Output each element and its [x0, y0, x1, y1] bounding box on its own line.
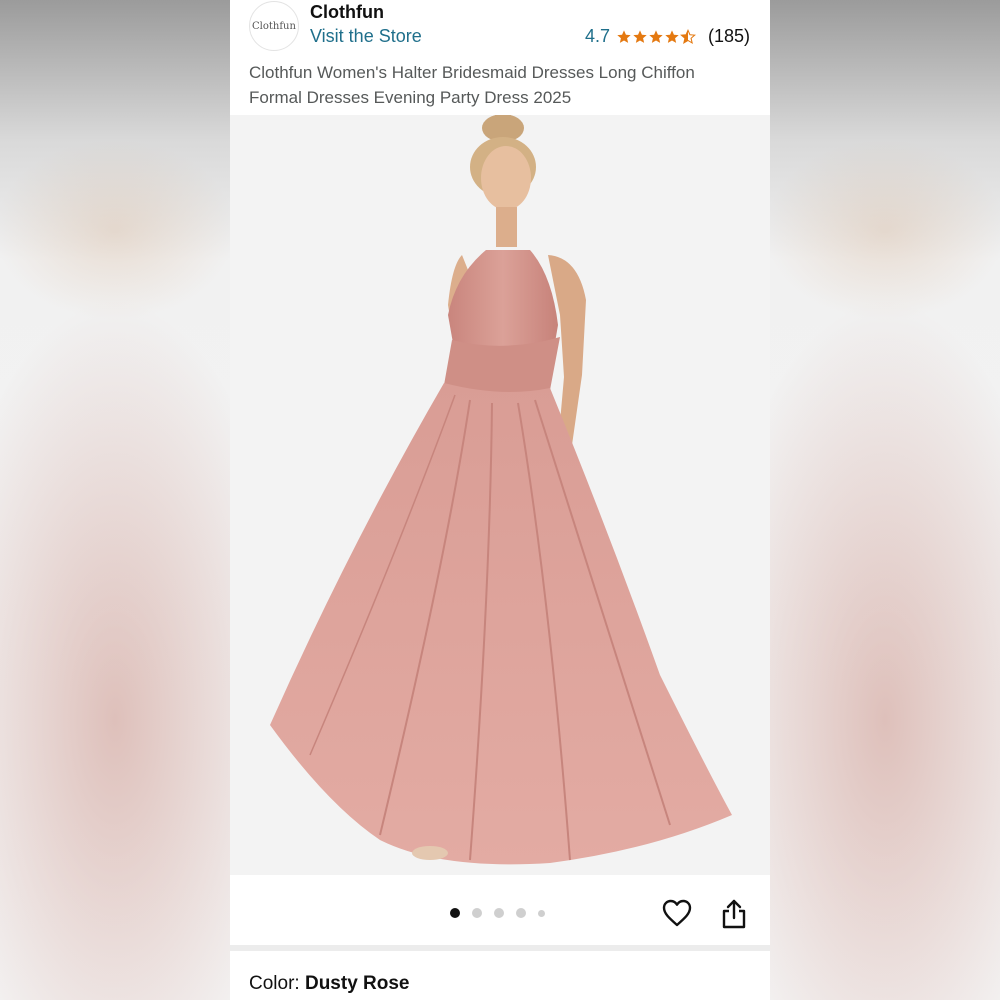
share-button[interactable] — [721, 899, 749, 931]
image-pagination — [450, 908, 557, 918]
gallery-controls — [230, 875, 770, 945]
star-rating[interactable] — [616, 28, 696, 45]
color-label: Color: — [249, 973, 305, 994]
dress-photo — [270, 115, 732, 865]
color-selection: Color: Dusty Rose — [249, 973, 410, 995]
product-title: Clothfun Women's Halter Bridesmaid Dress… — [249, 63, 695, 107]
review-count[interactable]: (185) — [708, 26, 750, 47]
pagination-dot[interactable] — [538, 909, 545, 917]
wishlist-button[interactable] — [662, 899, 694, 929]
section-divider — [230, 945, 770, 951]
rating-value: 4.7 — [584, 26, 610, 46]
heart-outline-icon — [662, 899, 692, 927]
product-page: Clothfun Clothfun Visit the Store 4.7 (1… — [230, 0, 770, 1000]
product-image[interactable] — [230, 115, 770, 875]
product-header: Clothfun Clothfun Visit the Store 4.7 (1… — [230, 0, 770, 115]
store-logo-text: Clothfun — [252, 20, 296, 32]
share-icon — [722, 899, 746, 929]
store-name: Clothfun — [310, 2, 384, 22]
store-logo[interactable]: Clothfun — [249, 1, 299, 51]
star-icon — [665, 29, 679, 43]
star-icon — [649, 29, 663, 43]
color-value: Dusty Rose — [304, 973, 410, 994]
rating-summary[interactable]: 4.7 (185) — [585, 26, 750, 47]
pagination-dot[interactable] — [494, 908, 504, 918]
visit-store-link[interactable]: Visit the Store — [310, 26, 422, 47]
star-icon — [633, 29, 647, 43]
pagination-dot[interactable] — [516, 908, 526, 918]
star-half-icon — [680, 28, 696, 44]
pagination-dot[interactable] — [472, 908, 482, 918]
pagination-dot[interactable] — [450, 908, 460, 918]
star-icon — [617, 29, 631, 43]
